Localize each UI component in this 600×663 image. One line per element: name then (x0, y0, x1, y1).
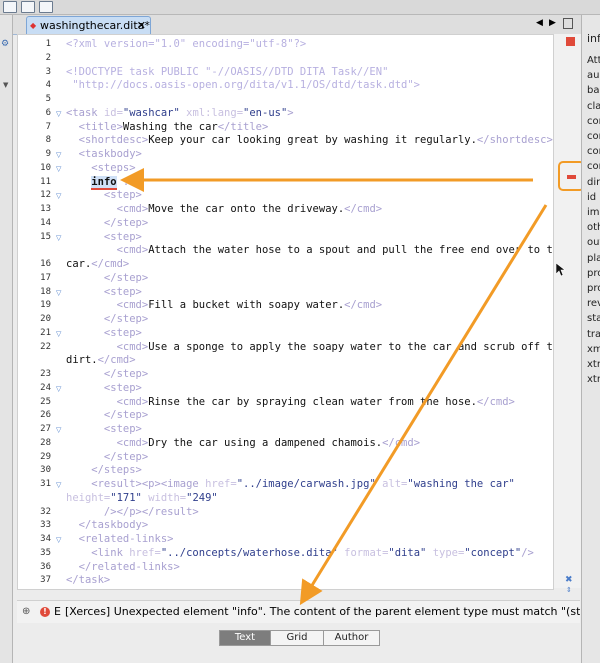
arrow-to-error (299, 204, 548, 606)
annotation-arrows (120, 168, 548, 606)
mouse-cursor (556, 263, 566, 277)
